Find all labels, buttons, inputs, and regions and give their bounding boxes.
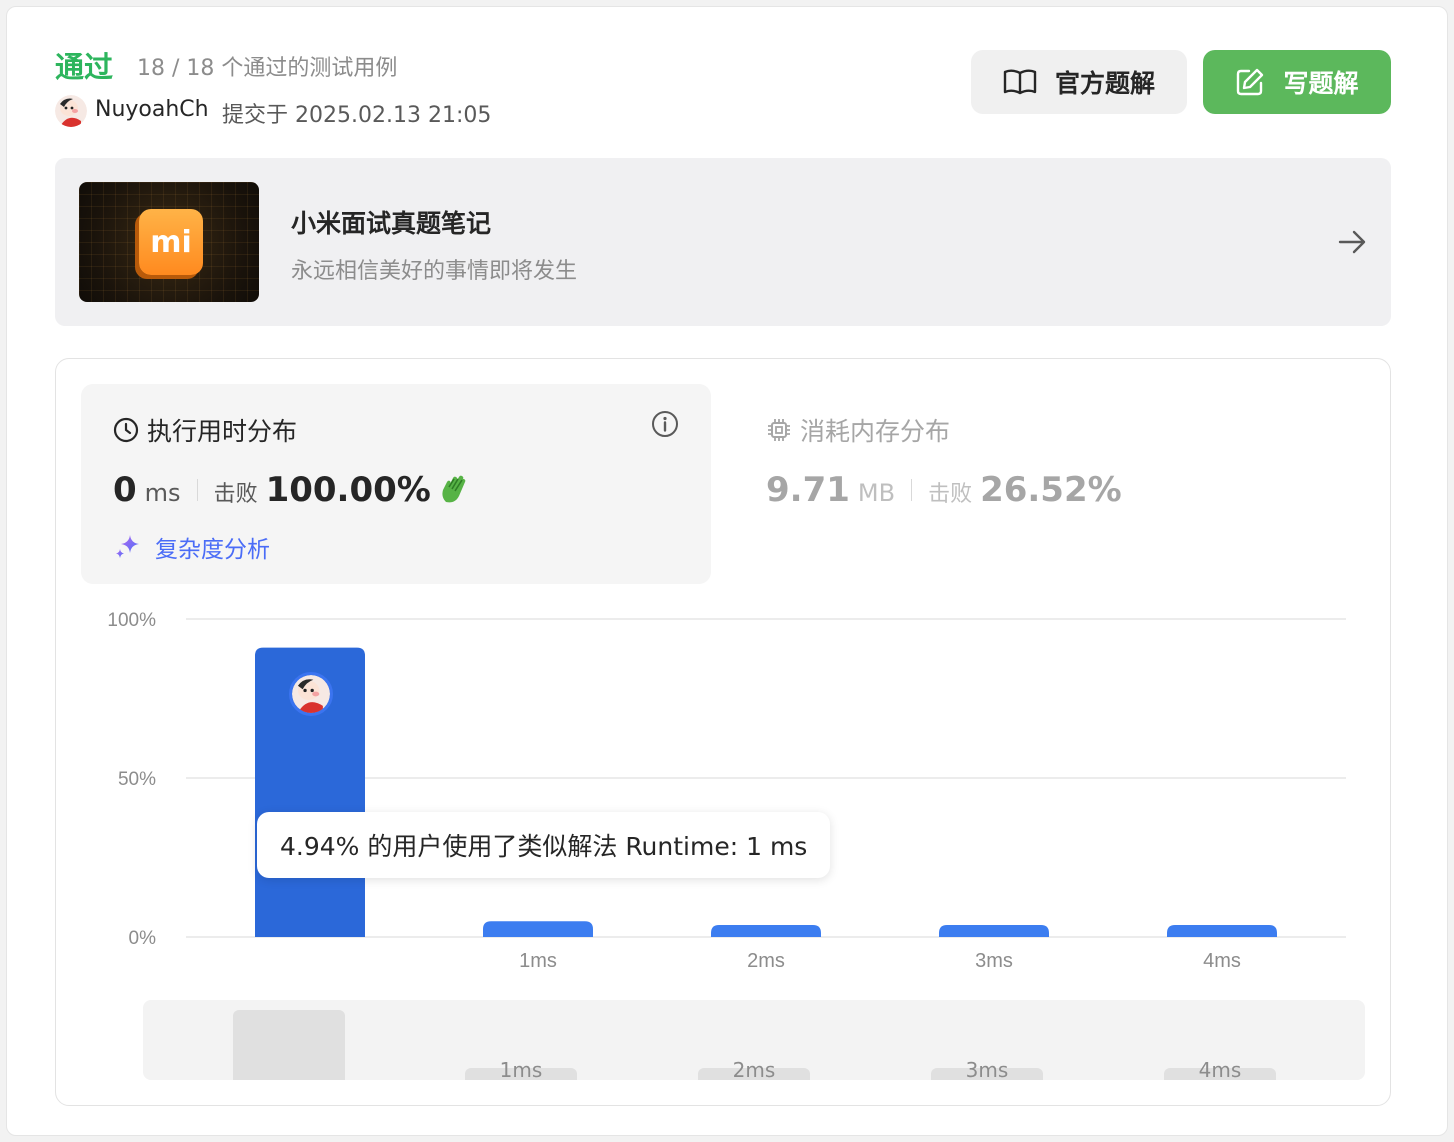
arrow-right-icon [1338, 230, 1366, 254]
banner-title: 小米面试真题笔记 [291, 209, 492, 238]
chart-bar[interactable] [1167, 925, 1277, 937]
runtime-beat-label: 击败 [213, 482, 258, 507]
chart-bar[interactable] [483, 921, 593, 937]
xiaomi-logo-icon: mi [139, 209, 203, 275]
navigator-tick-label: 1ms [499, 1058, 543, 1080]
navigator-tick-label: 3ms [965, 1058, 1009, 1080]
navigator-tick-label: 2ms [732, 1058, 776, 1080]
clock-icon [113, 417, 139, 443]
banner-thumbnail: mi [79, 182, 259, 302]
chart-range-navigator[interactable]: 1ms 2ms 3ms 4ms [143, 1000, 1365, 1080]
username[interactable]: NuyoahCh [95, 97, 209, 122]
x-tick-label: 1ms [519, 950, 557, 972]
divider [196, 479, 198, 501]
study-plan-banner[interactable]: mi 小米面试真题笔记 永远相信美好的事情即将发生 [55, 158, 1391, 326]
chart-bar[interactable] [939, 925, 1049, 937]
chart-tooltip: 4.94% 的用户使用了类似解法 Runtime: 1 ms [257, 812, 831, 878]
distribution-card: 执行用时分布 0 ms 击败 100.00% 复杂度分析 消耗内存分布 9.71… [55, 358, 1391, 1106]
info-icon[interactable] [651, 410, 679, 438]
chip-icon [768, 419, 790, 441]
memory-tab[interactable]: 消耗内存分布 9.71 MB 击败 26.52% [756, 384, 1316, 584]
x-tick-label: 4ms [1203, 950, 1241, 972]
x-tick-label: 3ms [975, 950, 1013, 972]
memory-value: 9.71 [766, 470, 850, 510]
official-solution-button[interactable]: 官方题解 [971, 50, 1187, 114]
sparkle-icon [116, 535, 139, 558]
memory-beat-value: 26.52% [980, 470, 1122, 510]
complexity-label: 复杂度分析 [155, 537, 270, 563]
navigator-tick-label: 4ms [1198, 1058, 1242, 1080]
x-tick-label: 2ms [747, 950, 785, 972]
memory-title: 消耗内存分布 [800, 417, 951, 446]
y-tick-label: 50% [118, 769, 156, 790]
submission-time: 提交于 2025.02.13 21:05 [222, 103, 492, 128]
runtime-beat-value: 100.00% [265, 470, 431, 510]
clap-icon [442, 475, 466, 503]
book-icon [1003, 69, 1037, 95]
runtime-title: 执行用时分布 [147, 417, 298, 446]
official-solution-label: 官方题解 [1054, 69, 1155, 98]
runtime-tab[interactable]: 执行用时分布 0 ms 击败 100.00% 复杂度分析 [81, 384, 711, 584]
edit-icon [1237, 68, 1264, 96]
status-label: 通过 [55, 50, 114, 84]
y-tick-label: 100% [107, 610, 156, 631]
banner-subtitle: 永远相信美好的事情即将发生 [291, 259, 578, 284]
user-avatar[interactable] [55, 95, 87, 127]
chart-bar[interactable] [711, 925, 821, 937]
memory-beat-label: 击败 [928, 482, 973, 507]
navigator-selected-bar[interactable] [233, 1010, 345, 1080]
runtime-value: 0 [113, 470, 137, 510]
test-cases-count: 18 / 18 个通过的测试用例 [137, 56, 398, 81]
memory-unit: MB [857, 479, 896, 507]
divider [911, 479, 913, 501]
write-solution-button[interactable]: 写题解 [1203, 50, 1391, 114]
write-solution-label: 写题解 [1283, 69, 1359, 98]
complexity-analysis-link[interactable]: 复杂度分析 [113, 530, 270, 564]
runtime-unit: ms [144, 479, 181, 507]
y-tick-label: 0% [129, 928, 157, 949]
my-submission-avatar[interactable] [289, 672, 333, 716]
